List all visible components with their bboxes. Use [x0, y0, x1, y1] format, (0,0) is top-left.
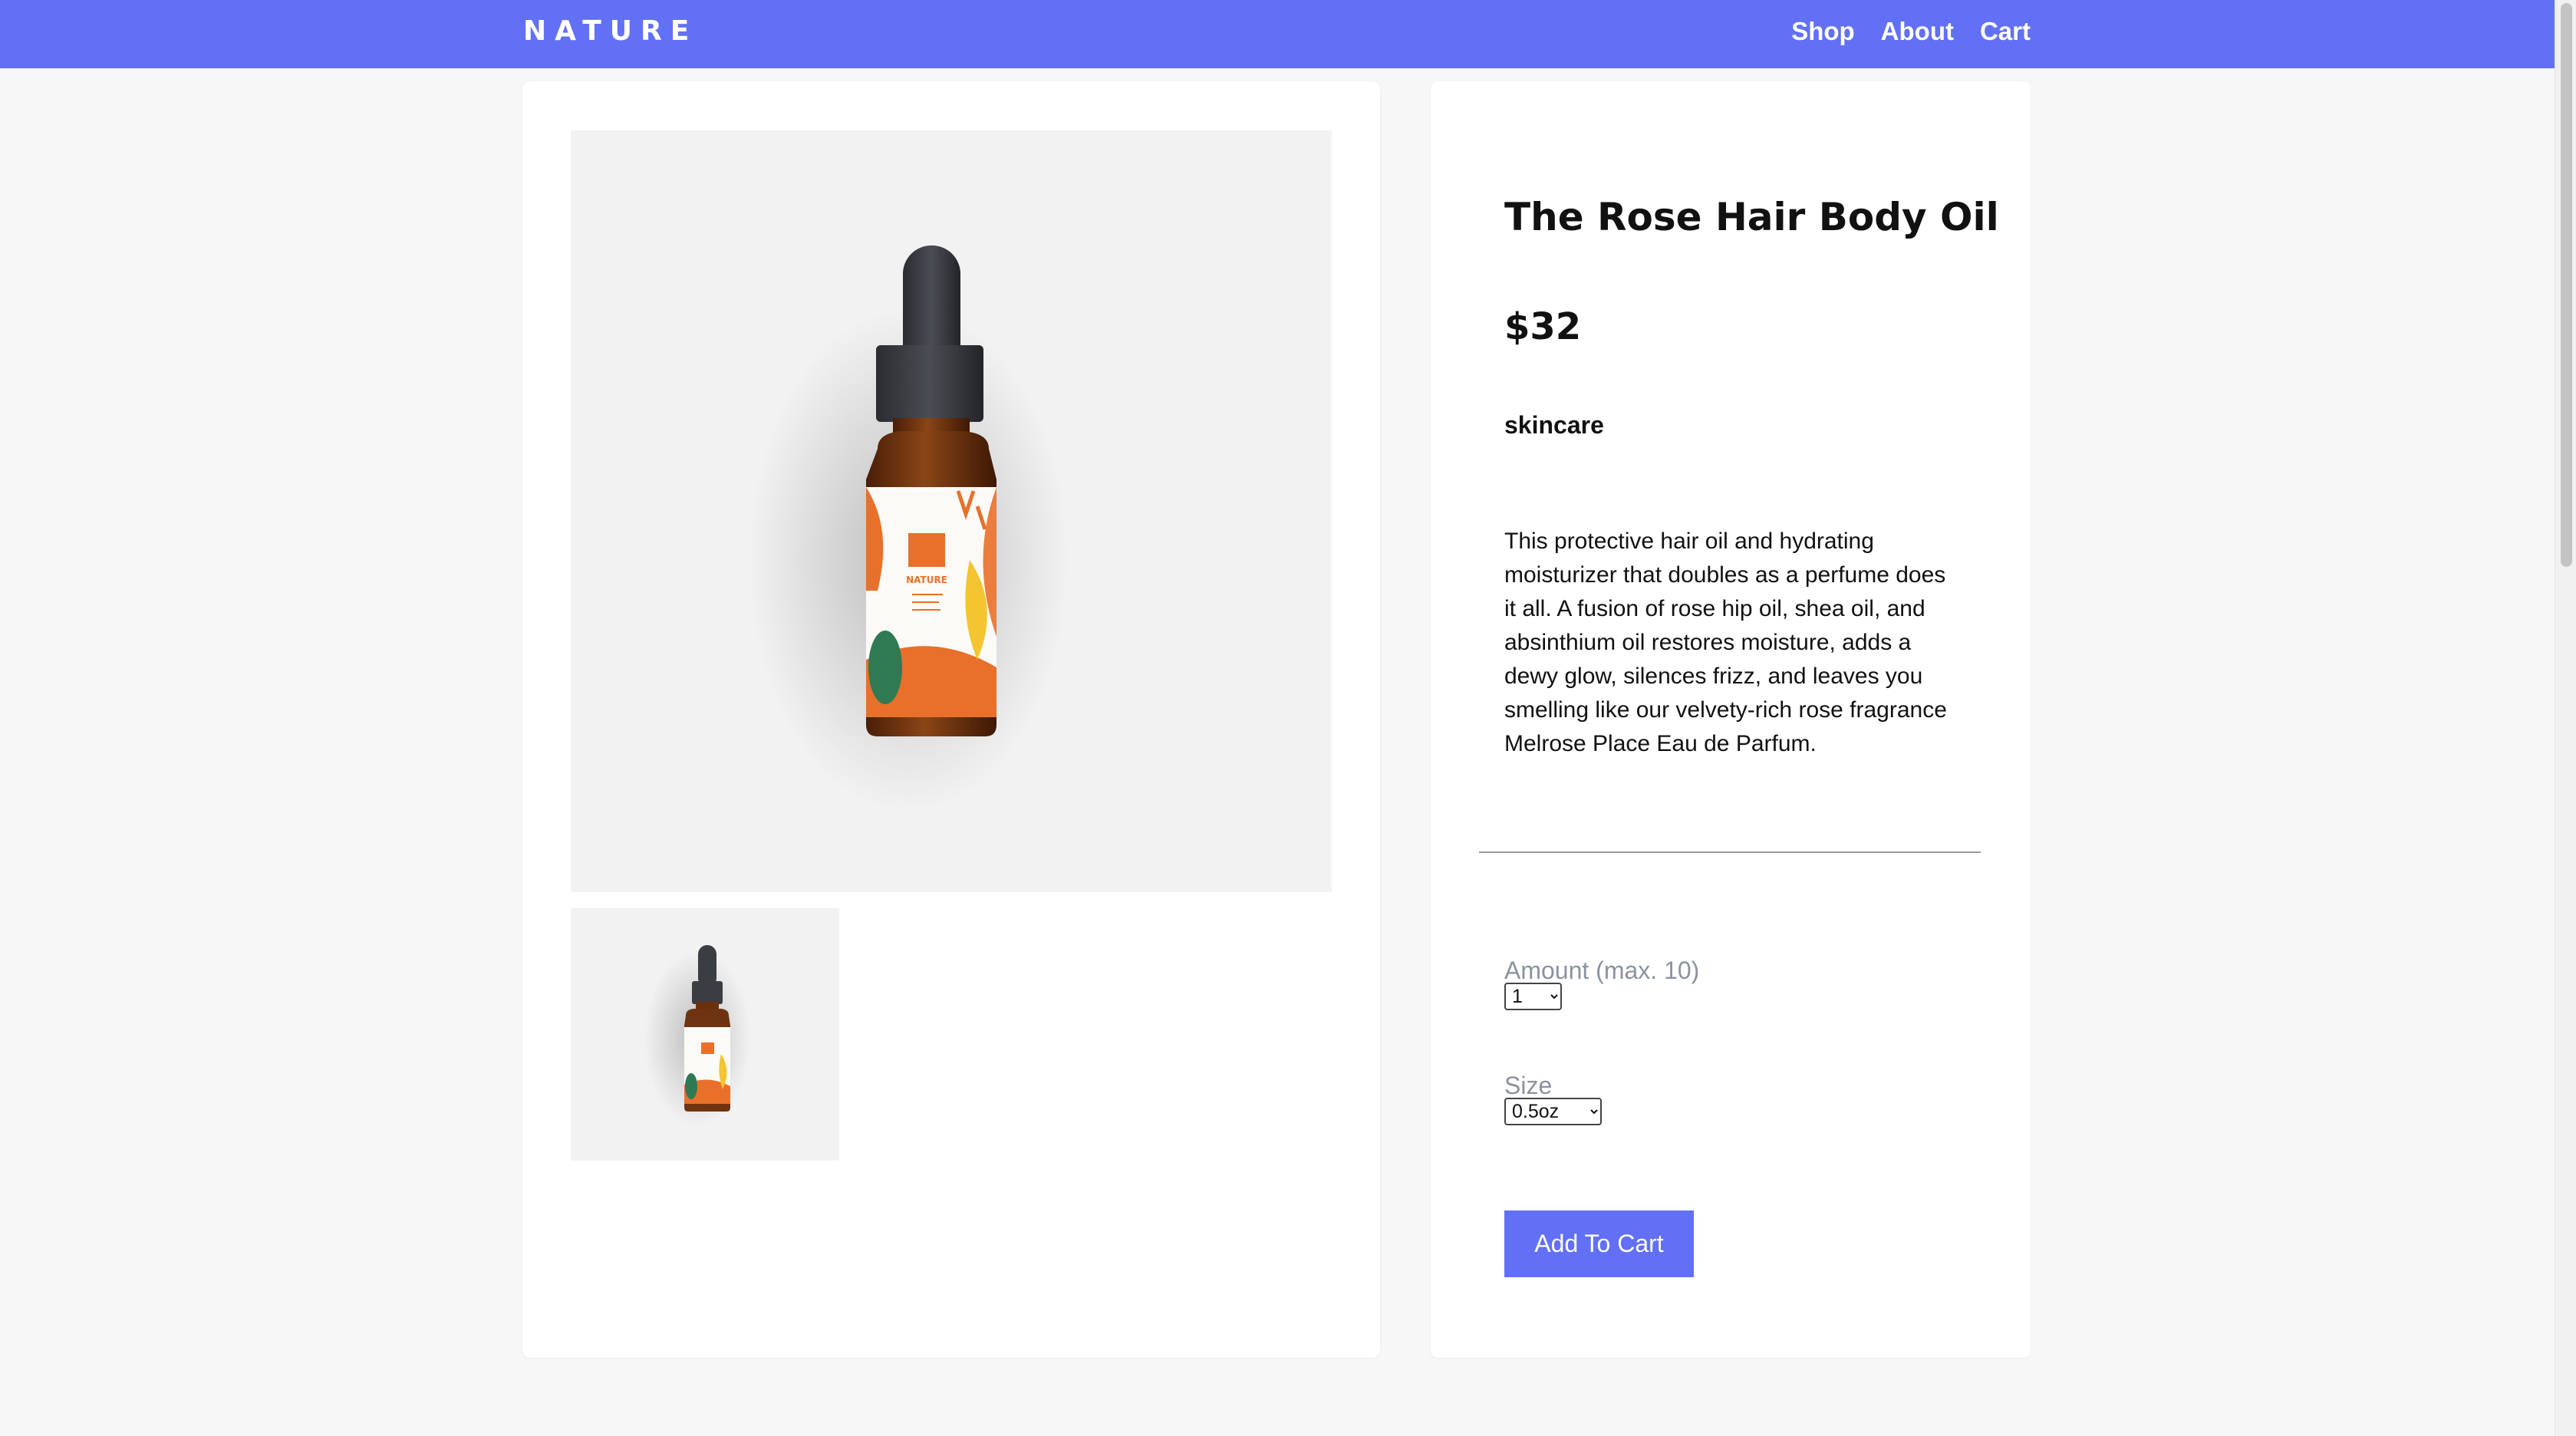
size-select[interactable]: 0.5oz: [1504, 1098, 1602, 1125]
product-title: The Rose Hair Body Oil: [1504, 195, 1999, 239]
top-navbar: NATURE Shop About Cart: [0, 0, 2555, 68]
size-label: Size: [1504, 1072, 1553, 1099]
page-scrollbar[interactable]: [2555, 0, 2576, 1436]
dropper-bottle-thumbnail: [644, 945, 751, 1127]
nav-link-cart[interactable]: Cart: [1980, 17, 2031, 46]
product-price: $32: [1504, 305, 1582, 348]
product-details-card: The Rose Hair Body Oil $32 skincare This…: [1431, 81, 2031, 1358]
add-to-cart-button[interactable]: Add To Cart: [1504, 1210, 1694, 1277]
site-logo[interactable]: NATURE: [523, 15, 697, 47]
product-gallery-card: NATURE: [522, 81, 1380, 1358]
amount-select[interactable]: 1: [1504, 983, 1562, 1010]
product-main-image[interactable]: NATURE: [571, 130, 1332, 892]
nav-link-about[interactable]: About: [1881, 17, 1954, 46]
product-thumbnail[interactable]: [571, 908, 839, 1161]
bottle-label-brand: NATURE: [906, 575, 947, 585]
nav-link-shop[interactable]: Shop: [1791, 17, 1854, 46]
dropper-bottle-image: NATURE: [747, 245, 1069, 813]
amount-label: Amount (max. 10): [1504, 957, 1700, 984]
product-description: This protective hair oil and hydrating m…: [1504, 529, 1947, 756]
main-nav: Shop About Cart: [1791, 17, 2031, 46]
product-page: NATURE Shop About Cart NATURE The Rose H…: [0, 0, 2576, 1436]
product-category: skincare: [1504, 411, 1604, 439]
section-divider: [1479, 851, 1981, 853]
scrollbar-thumb[interactable]: [2561, 3, 2572, 567]
